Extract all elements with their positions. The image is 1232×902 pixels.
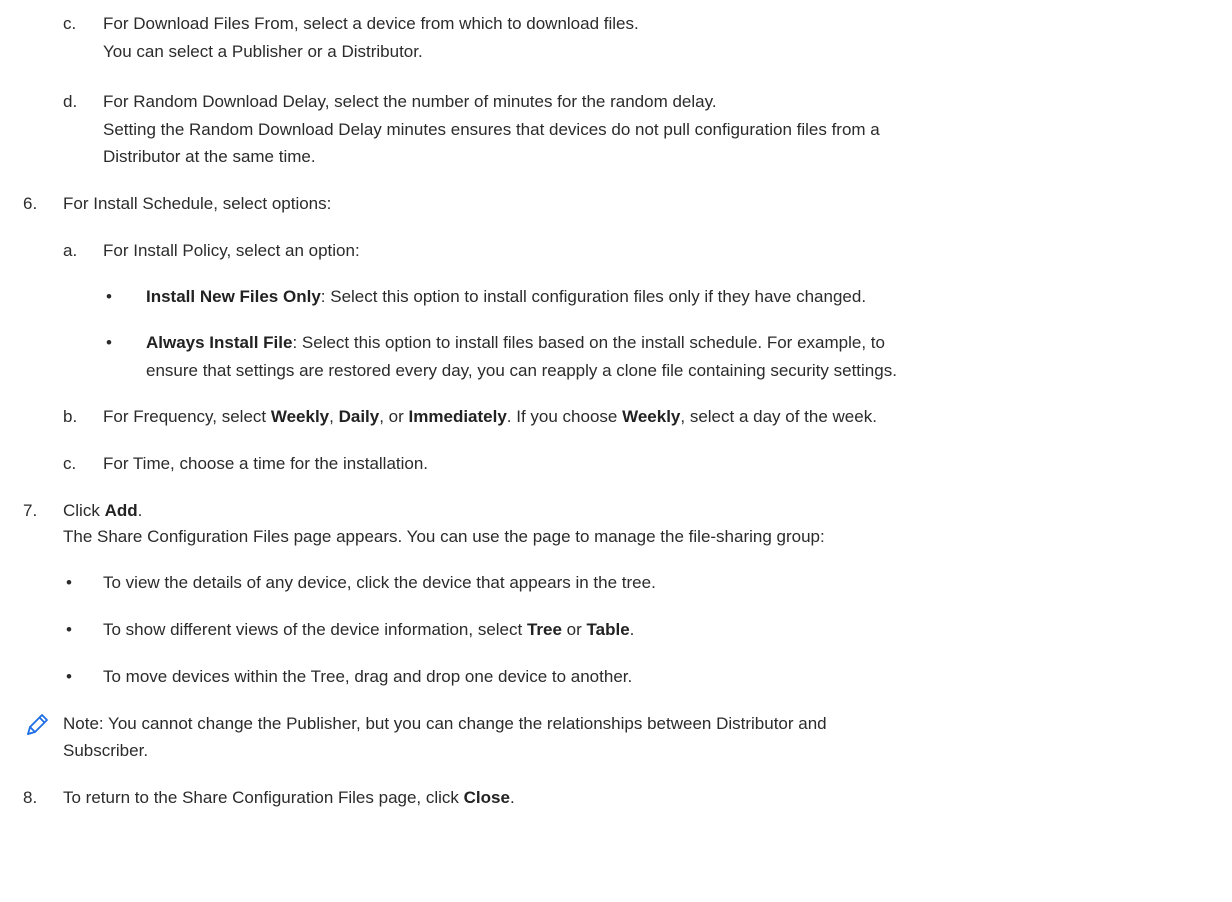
step-marker: d. — [63, 92, 78, 111]
substep-text: For Time, choose a time for the installa… — [103, 454, 429, 473]
bullet: • — [106, 287, 112, 306]
document-page: c. For Download Files From, select a dev… — [0, 0, 1232, 902]
step-text: For Download Files From, select a device… — [103, 14, 639, 33]
step-text: For Random Download Delay, select the nu… — [103, 92, 717, 111]
bullet: • — [66, 573, 72, 592]
pencil-icon — [23, 711, 51, 739]
step-marker: c. — [63, 14, 77, 33]
substep-text: For Frequency, select Weekly, Daily, or … — [103, 407, 877, 426]
substep-marker: b. — [63, 407, 78, 426]
substep-text: For Install Policy, select an option: — [103, 241, 360, 260]
substep-marker: a. — [63, 241, 78, 260]
step-text: For Install Schedule, select options: — [63, 194, 332, 213]
step-text: The Share Configuration Files page appea… — [63, 527, 825, 546]
substep-marker: c. — [63, 454, 77, 473]
bold-term: Install New Files Only — [146, 287, 321, 306]
bullet-text: To view the details of any device, click… — [103, 573, 656, 592]
bullet-text: ensure that settings are restored every … — [146, 361, 897, 380]
step-text: Click Add. — [63, 501, 143, 520]
note-text: Note: You cannot change the Publisher, b… — [63, 714, 827, 733]
step-text: To return to the Share Configuration Fil… — [63, 788, 515, 807]
bullet-text: Install New Files Only: Select this opti… — [146, 287, 867, 306]
step-marker: 6. — [23, 194, 38, 213]
bullet-text: To show different views of the device in… — [103, 620, 635, 639]
step-text: You can select a Publisher or a Distribu… — [103, 42, 423, 61]
step-text: Distributor at the same time. — [103, 147, 316, 166]
step-marker: 7. — [23, 501, 38, 520]
bullet-text: To move devices within the Tree, drag an… — [103, 667, 633, 686]
bullet: • — [66, 620, 72, 639]
bullet: • — [66, 667, 72, 686]
note-text: Subscriber. — [63, 741, 149, 760]
bold-term: Always Install File — [146, 333, 293, 352]
step-text: Setting the Random Download Delay minute… — [103, 120, 880, 139]
bullet-text: Always Install File: Select this option … — [146, 333, 885, 352]
step-marker: 8. — [23, 788, 38, 807]
bullet: • — [106, 333, 112, 352]
